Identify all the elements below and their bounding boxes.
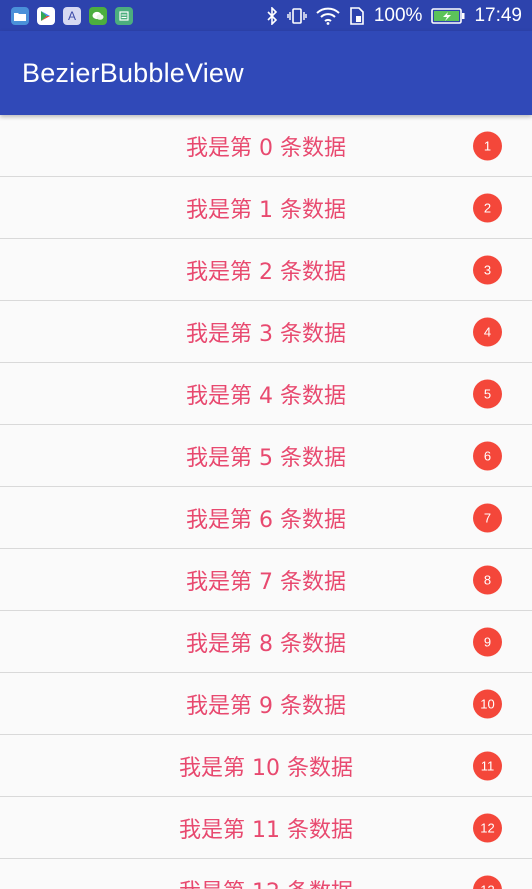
app-bar: BezierBubbleView: [0, 31, 532, 115]
unread-badge[interactable]: 2: [473, 193, 502, 222]
list-item-label: 我是第 9 条数据: [186, 693, 346, 719]
list-item-label: 我是第 5 条数据: [186, 445, 346, 471]
list-item[interactable]: 我是第 7 条数据 8: [0, 549, 532, 611]
list-item-label: 我是第 3 条数据: [186, 321, 346, 347]
wechat-icon: [89, 6, 107, 25]
list-item[interactable]: 我是第 0 条数据 1: [0, 115, 532, 177]
list-item-label: 我是第 2 条数据: [186, 259, 346, 285]
notes-icon: [115, 6, 133, 25]
unread-badge[interactable]: 5: [473, 379, 502, 408]
bluetooth-icon: [267, 6, 277, 25]
battery-charging-icon: [431, 7, 465, 24]
clock: 17:49: [474, 4, 522, 26]
font-app-icon: A: [63, 6, 81, 25]
list-item[interactable]: 我是第 11 条数据 12: [0, 797, 532, 859]
unread-badge[interactable]: 12: [473, 813, 502, 842]
list-item[interactable]: 我是第 8 条数据 9: [0, 611, 532, 673]
battery-percentage: 100%: [373, 4, 423, 26]
list-item[interactable]: 我是第 9 条数据 10: [0, 673, 532, 735]
unread-badge[interactable]: 1: [473, 131, 502, 160]
unread-badge[interactable]: 9: [473, 627, 502, 656]
list-item[interactable]: 我是第 1 条数据 2: [0, 177, 532, 239]
vibrate-icon: [287, 7, 307, 24]
unread-badge[interactable]: 8: [473, 565, 502, 594]
notification-icons: A: [11, 6, 133, 25]
system-indicators: 100% 17:49: [266, 5, 522, 27]
unread-badge[interactable]: 3: [473, 255, 502, 284]
list-item-label: 我是第 1 条数据: [186, 197, 346, 223]
sim-card-icon: [350, 6, 364, 25]
play-store-icon: [37, 6, 55, 25]
list-item-label: 我是第 6 条数据: [186, 507, 346, 533]
list-item[interactable]: 我是第 4 条数据 5: [0, 363, 532, 425]
unread-badge[interactable]: 4: [473, 317, 502, 346]
data-list[interactable]: 我是第 0 条数据 1 我是第 1 条数据 2 我是第 2 条数据 3 我是第 …: [0, 115, 532, 889]
list-item[interactable]: 我是第 10 条数据 11: [0, 735, 532, 797]
list-item[interactable]: 我是第 6 条数据 7: [0, 487, 532, 549]
list-item[interactable]: 我是第 5 条数据 6: [0, 425, 532, 487]
list-item-label: 我是第 11 条数据: [179, 817, 353, 843]
unread-badge[interactable]: 10: [473, 689, 502, 718]
unread-badge[interactable]: 6: [473, 441, 502, 470]
list-item-label: 我是第 10 条数据: [179, 755, 353, 781]
list-item[interactable]: 我是第 3 条数据 4: [0, 301, 532, 363]
list-item-label: 我是第 7 条数据: [186, 569, 346, 595]
app-title: BezierBubbleView: [22, 57, 244, 88]
unread-badge[interactable]: 11: [473, 751, 502, 780]
list-item-label: 我是第 4 条数据: [186, 383, 346, 409]
list-item-label: 我是第 12 条数据: [179, 874, 353, 889]
unread-badge[interactable]: 13: [473, 875, 502, 889]
list-item-label: 我是第 8 条数据: [186, 631, 346, 657]
folder-icon: [11, 6, 29, 25]
wifi-icon: [316, 7, 340, 25]
unread-badge[interactable]: 7: [473, 503, 502, 532]
list-item-label: 我是第 0 条数据: [186, 135, 346, 161]
list-item[interactable]: 我是第 12 条数据 13: [0, 859, 532, 889]
list-item[interactable]: 我是第 2 条数据 3: [0, 239, 532, 301]
status-bar: A 100% 17:49: [0, 0, 532, 31]
